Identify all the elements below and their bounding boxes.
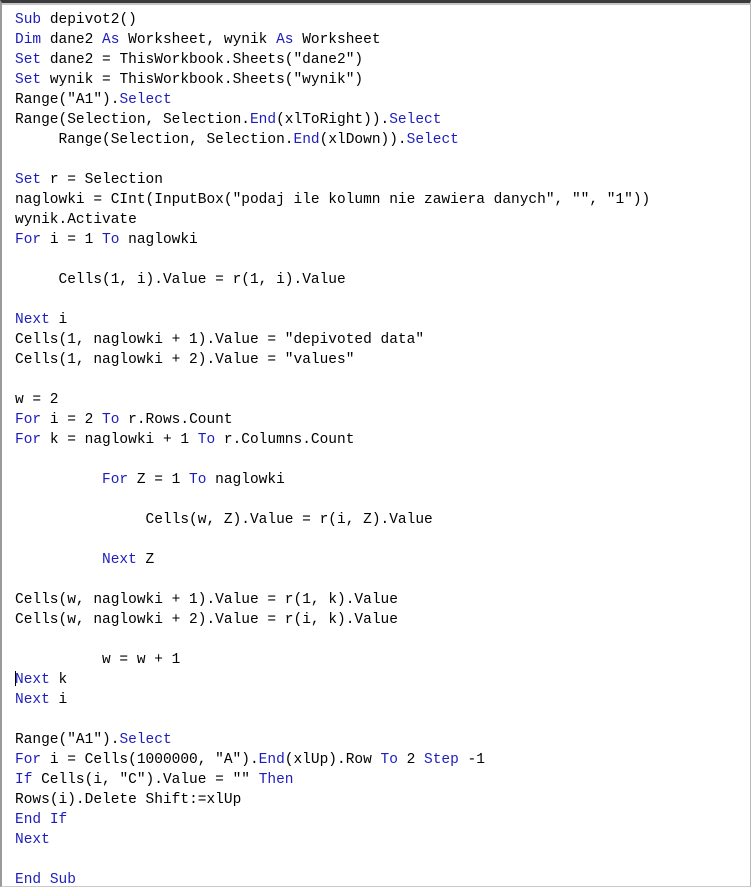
code-line[interactable]: Dim dane2 As Worksheet, wynik As Workshe… (15, 30, 750, 50)
code-line[interactable]: For i = Cells(1000000, "A").End(xlUp).Ro… (15, 750, 750, 770)
code-line[interactable] (15, 450, 750, 470)
code-line[interactable]: Range("A1").Select (15, 90, 750, 110)
code-line[interactable]: Range(Selection, Selection.End(xlDown)).… (15, 130, 750, 150)
code-text-area[interactable]: Sub depivot2() Dim dane2 As Worksheet, wy… (2, 7, 750, 886)
code-line[interactable]: Sub depivot2() (15, 10, 750, 30)
code-line[interactable]: For Z = 1 To naglowki (15, 470, 750, 490)
code-line[interactable]: Cells(1, naglowki + 2).Value = "values" (15, 350, 750, 370)
code-line[interactable]: If Cells(i, "C").Value = "" Then (15, 770, 750, 790)
code-line[interactable]: Set r = Selection (15, 170, 750, 190)
code-line[interactable] (15, 250, 750, 270)
code-line[interactable] (15, 530, 750, 550)
code-line[interactable]: Cells(1, naglowki + 1).Value = "depivote… (15, 330, 750, 350)
code-line[interactable] (15, 290, 750, 310)
code-line[interactable]: w = w + 1 (15, 650, 750, 670)
code-line[interactable]: For i = 1 To naglowki (15, 230, 750, 250)
code-line[interactable]: naglowki = CInt(InputBox("podaj ile kolu… (15, 190, 750, 210)
code-editor-surface[interactable]: Sub depivot2() Dim dane2 As Worksheet, wy… (2, 7, 750, 886)
code-line[interactable]: Next i (15, 310, 750, 330)
code-line[interactable]: w = 2 (15, 390, 750, 410)
code-line[interactable]: End If (15, 810, 750, 830)
code-line[interactable]: Next k (15, 670, 750, 690)
code-line[interactable]: Next i (15, 690, 750, 710)
code-line[interactable]: Cells(w, Z).Value = r(i, Z).Value (15, 510, 750, 530)
code-line[interactable]: Range(Selection, Selection.End(xlToRight… (15, 110, 750, 130)
code-line[interactable] (15, 150, 750, 170)
code-line[interactable]: Range("A1").Select (15, 730, 750, 750)
code-line[interactable] (15, 850, 750, 870)
code-line[interactable] (15, 630, 750, 650)
code-line[interactable]: Cells(w, naglowki + 2).Value = r(i, k).V… (15, 610, 750, 630)
code-line[interactable]: Next (15, 830, 750, 850)
code-line[interactable] (15, 490, 750, 510)
vba-code-editor-window[interactable]: Sub depivot2() Dim dane2 As Worksheet, wy… (0, 0, 751, 887)
code-line[interactable]: Cells(w, naglowki + 1).Value = r(1, k).V… (15, 590, 750, 610)
code-line[interactable]: For i = 2 To r.Rows.Count (15, 410, 750, 430)
code-line[interactable]: Rows(i).Delete Shift:=xlUp (15, 790, 750, 810)
code-line[interactable]: For k = naglowki + 1 To r.Columns.Count (15, 430, 750, 450)
code-line[interactable]: Next Z (15, 550, 750, 570)
window-top-rule (2, 3, 750, 5)
code-line[interactable]: Cells(1, i).Value = r(1, i).Value (15, 270, 750, 290)
code-line[interactable]: End Sub (15, 870, 750, 886)
code-line[interactable]: wynik.Activate (15, 210, 750, 230)
code-line[interactable] (15, 710, 750, 730)
code-line[interactable]: Set wynik = ThisWorkbook.Sheets("wynik") (15, 70, 750, 90)
code-line[interactable]: Set dane2 = ThisWorkbook.Sheets("dane2") (15, 50, 750, 70)
code-line[interactable] (15, 570, 750, 590)
code-line[interactable] (15, 370, 750, 390)
